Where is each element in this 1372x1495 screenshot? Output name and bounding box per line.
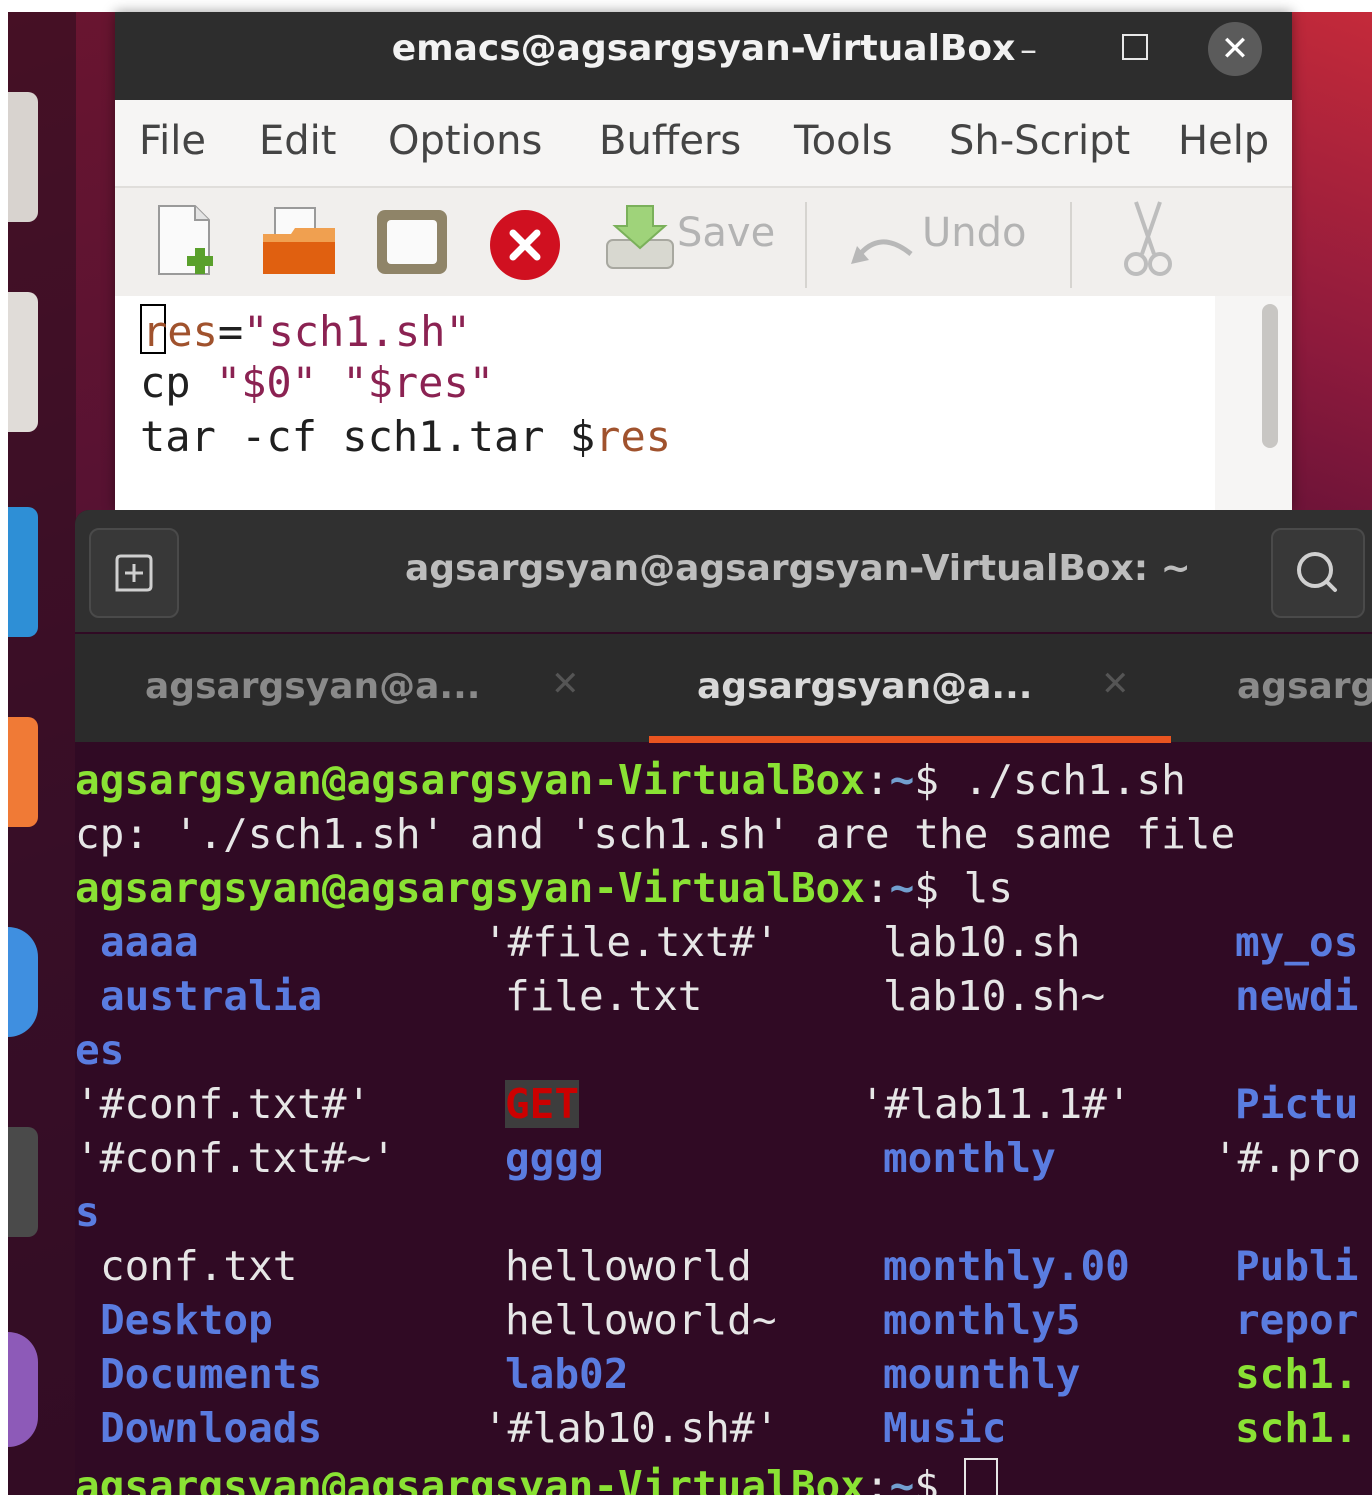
dock	[8, 12, 76, 1495]
emacs-scrollbar-track[interactable]	[1215, 296, 1292, 510]
ls-entry: '#lab10.sh#'	[483, 1404, 780, 1452]
terminal-headerbar[interactable]: agsargsyan@agsargsyan-VirtualBox: ~	[75, 510, 1372, 632]
maximize-button[interactable]	[1122, 34, 1148, 60]
dock-app-icon[interactable]	[8, 1332, 38, 1447]
terminal-line: agsargsyan@agsargsyan-VirtualBox:~$ ls	[75, 864, 1014, 912]
tab-1-close-icon[interactable]: ✕	[551, 664, 580, 704]
save-button-label[interactable]: Save	[677, 210, 775, 256]
ls-entry: monthly.00	[883, 1242, 1130, 1290]
menu-file[interactable]: File	[139, 118, 206, 164]
ls-entry: conf.txt	[100, 1242, 298, 1290]
new-file-icon[interactable]	[155, 204, 221, 280]
save-icon[interactable]	[603, 200, 677, 276]
ls-entry: aaaa	[100, 918, 199, 966]
terminal-window: agsargsyan@agsargsyan-VirtualBox: ~ agsa…	[75, 510, 1372, 1495]
minimize-button[interactable]: –	[1020, 30, 1037, 70]
menu-tools[interactable]: Tools	[794, 118, 893, 164]
toolbar-separator	[805, 202, 807, 288]
ls-entry: Music	[883, 1404, 1007, 1452]
ls-entry: sch1.	[1235, 1350, 1359, 1398]
code-line-3: tar -cf sch1.tar $res	[140, 412, 672, 461]
dock-app-icon[interactable]	[8, 927, 38, 1037]
tab-2-close-icon[interactable]: ✕	[1101, 664, 1130, 704]
ls-entry: repor	[1235, 1296, 1359, 1344]
new-tab-icon	[115, 554, 153, 592]
terminal-line: cp: './sch1.sh' and 'sch1.sh' are the sa…	[75, 810, 1236, 858]
dock-app-icon[interactable]	[8, 717, 38, 827]
ls-entry: GET	[505, 1080, 580, 1128]
kill-buffer-icon[interactable]	[488, 208, 562, 286]
ls-entry: Documents	[100, 1350, 323, 1398]
ls-entry: newdi	[1235, 972, 1359, 1020]
ls-entry-wrap: es	[75, 1026, 125, 1074]
tab-3[interactable]: agsarg	[1237, 666, 1372, 707]
ls-entry: monthly5	[883, 1296, 1081, 1344]
ls-entry: '#lab11.1#'	[860, 1080, 1132, 1128]
menu-options[interactable]: Options	[388, 118, 542, 164]
ls-entry: helloworld~	[505, 1296, 777, 1344]
dock-app-icon[interactable]	[8, 292, 38, 432]
ls-entry: Downloads	[100, 1404, 323, 1452]
search-button[interactable]	[1271, 528, 1365, 618]
ls-entry: lab10.sh	[883, 918, 1081, 966]
ls-entry: australia	[100, 972, 323, 1020]
ls-entry: '#conf.txt#'	[75, 1080, 372, 1128]
terminal-tabbar: agsargsyan@a... ✕ agsargsyan@a... ✕ agsa…	[75, 634, 1372, 742]
dock-app-icon[interactable]	[8, 507, 38, 637]
menu-buffers[interactable]: Buffers	[599, 118, 741, 164]
active-tab-indicator	[649, 736, 1171, 743]
ls-entry: Publi	[1235, 1242, 1359, 1290]
emacs-titlebar[interactable]: emacs@agsargsyan-VirtualBox – ✕	[115, 12, 1292, 100]
toolbar-separator	[1070, 202, 1072, 288]
ls-entry: '#.pro	[1213, 1134, 1362, 1182]
menu-help[interactable]: Help	[1178, 118, 1269, 164]
menu-edit[interactable]: Edit	[259, 118, 336, 164]
tab-2-active[interactable]: agsargsyan@a...	[697, 666, 1032, 707]
open-file-icon[interactable]	[261, 204, 337, 280]
ls-entry: helloworld	[505, 1242, 752, 1290]
ls-entry: Pictu	[1235, 1080, 1359, 1128]
emacs-window-title: emacs@agsargsyan-VirtualBox	[391, 28, 1016, 69]
ls-entry: monthly	[883, 1134, 1056, 1182]
terminal-window-title: agsargsyan@agsargsyan-VirtualBox: ~	[405, 548, 1191, 589]
ls-entry: '#file.txt#'	[483, 918, 780, 966]
menu-sh-script[interactable]: Sh-Script	[949, 118, 1130, 164]
terminal-prompt-line: agsargsyan@agsargsyan-VirtualBox:~$	[75, 1458, 998, 1495]
ls-entry-wrap: s	[75, 1188, 100, 1236]
terminal-line: agsargsyan@agsargsyan-VirtualBox:~$ ./sc…	[75, 756, 1186, 804]
ls-entry: '#conf.txt#~'	[75, 1134, 396, 1182]
close-button[interactable]: ✕	[1208, 22, 1262, 76]
search-icon	[1297, 552, 1337, 592]
ls-entry: gggg	[505, 1134, 604, 1182]
emacs-menubar: File Edit Options Buffers Tools Sh-Scrip…	[115, 100, 1292, 188]
dock-app-icon[interactable]	[8, 92, 38, 222]
ls-entry: sch1.	[1235, 1404, 1359, 1452]
code-line-2: cp "$0" "$res"	[140, 358, 495, 407]
tab-1[interactable]: agsargsyan@a...	[145, 666, 480, 707]
window-icon[interactable]	[375, 208, 449, 280]
ls-entry: lab02	[505, 1350, 629, 1398]
ls-entry: mounthly	[883, 1350, 1081, 1398]
ls-entry: Desktop	[100, 1296, 273, 1344]
new-tab-button[interactable]	[89, 528, 179, 618]
emacs-toolbar: Save Undo	[115, 188, 1292, 297]
ls-entry: lab10.sh~	[883, 972, 1106, 1020]
emacs-window: emacs@agsargsyan-VirtualBox – ✕ File Edi…	[115, 12, 1292, 510]
dock-app-icon[interactable]	[8, 1127, 38, 1237]
undo-button-label[interactable]: Undo	[922, 210, 1027, 256]
ls-entry: file.txt	[505, 972, 703, 1020]
undo-icon[interactable]	[849, 224, 919, 274]
code-line-1: res="sch1.sh"	[140, 304, 471, 356]
emacs-scrollbar-thumb[interactable]	[1262, 304, 1278, 448]
emacs-editor-buffer[interactable]: res="sch1.sh" cp "$0" "$res" tar -cf sch…	[115, 296, 1215, 510]
ls-entry: my_os	[1235, 918, 1359, 966]
terminal-cursor	[963, 1458, 998, 1495]
cut-icon[interactable]	[1120, 200, 1176, 284]
